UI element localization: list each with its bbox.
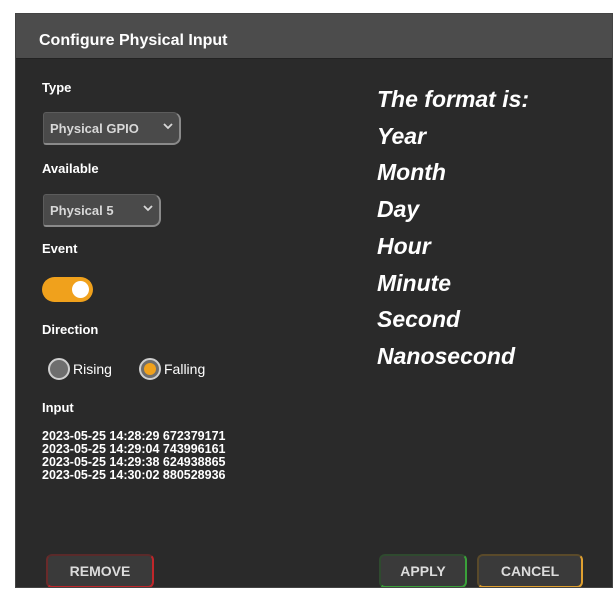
radio-falling-circle — [139, 358, 161, 380]
event-toggle-knob — [72, 281, 89, 298]
radio-rising[interactable]: Rising — [48, 355, 112, 383]
radio-falling[interactable]: Falling — [139, 355, 205, 383]
event-label: Event — [42, 241, 78, 256]
remove-button[interactable]: REMOVE — [46, 554, 154, 587]
available-label: Available — [42, 161, 99, 176]
radio-rising-circle — [48, 358, 70, 380]
note-line: Nanosecond — [377, 342, 516, 369]
note-line: Second — [377, 306, 461, 333]
note-line: Hour — [377, 232, 431, 259]
available-select[interactable]: Physical 5 — [43, 194, 161, 227]
input-label: Input — [42, 400, 74, 415]
radio-rising-label: Rising — [73, 361, 112, 377]
chevron-down-icon — [163, 123, 173, 130]
note-line: Day — [377, 196, 420, 223]
format-note: The format is: Year Month Day Hour Minut… — [377, 81, 529, 375]
type-select[interactable]: Physical GPIO — [43, 112, 181, 145]
direction-label: Direction — [42, 322, 99, 337]
type-select-value: Physical GPIO — [50, 120, 139, 136]
apply-button[interactable]: APPLY — [379, 554, 467, 587]
available-select-value: Physical 5 — [50, 202, 114, 218]
input-log-line: 2023-05-25 14:30:02 880528936 — [42, 468, 226, 482]
cancel-button[interactable]: CANCEL — [477, 554, 583, 587]
configure-physical-input-dialog: Configure Physical Input Type Physical G… — [15, 13, 613, 588]
input-log: 2023-05-25 14:28:29 672379171 2023-05-25… — [42, 430, 226, 482]
type-label: Type — [42, 80, 72, 95]
dialog-title: Configure Physical Input — [39, 32, 228, 49]
note-line: Month — [377, 159, 446, 186]
event-toggle[interactable] — [42, 277, 93, 302]
note-line: The format is: — [377, 86, 530, 112]
dialog-titlebar: Configure Physical Input — [16, 14, 612, 59]
note-line: Minute — [377, 269, 452, 296]
note-line: Year — [377, 122, 427, 149]
radio-falling-label: Falling — [164, 361, 206, 377]
chevron-down-icon — [143, 205, 153, 212]
